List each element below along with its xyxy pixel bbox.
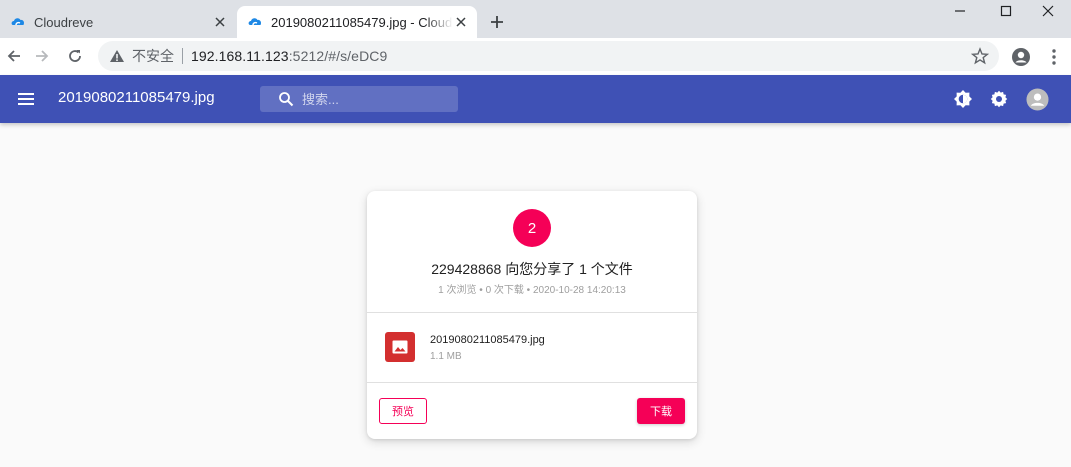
download-button[interactable]: 下载 xyxy=(637,398,685,424)
card-divider xyxy=(367,382,697,383)
reload-icon[interactable] xyxy=(61,42,89,70)
window-minimize-icon[interactable] xyxy=(937,0,983,22)
security-label[interactable]: 不安全 xyxy=(132,46,174,66)
preview-button[interactable]: 预览 xyxy=(379,398,427,424)
bookmark-star-icon[interactable] xyxy=(971,47,989,65)
url-text[interactable]: 192.168.11.123:5212/#/s/eDC9 xyxy=(191,48,387,64)
browser-tab-active[interactable]: 2019080211085479.jpg - Cloudreve xyxy=(237,6,477,38)
url-path: :5212/#/s/eDC9 xyxy=(288,48,388,64)
app-title: 2019080211085479.jpg xyxy=(58,89,215,106)
browser-menu-dots-icon[interactable] xyxy=(1043,46,1065,68)
theme-toggle-icon[interactable] xyxy=(952,88,974,110)
not-secure-warning-icon[interactable] xyxy=(109,48,125,64)
tab-close-icon[interactable] xyxy=(212,14,228,30)
cloudreve-favicon-icon xyxy=(11,18,25,26)
url-host: 192.168.11.123 xyxy=(191,48,289,64)
hamburger-menu-icon[interactable] xyxy=(14,87,38,111)
window-close-icon[interactable] xyxy=(1025,0,1071,22)
share-headline: 229428868 向您分享了 1 个文件 xyxy=(431,261,633,277)
browser-tab-cloudreve[interactable]: Cloudreve xyxy=(0,6,236,38)
forward-arrow-icon[interactable] xyxy=(28,42,56,70)
app-bar: 2019080211085479.jpg xyxy=(0,75,1071,123)
tab-title: 2019080211085479.jpg - Cloudreve xyxy=(271,14,453,30)
search-input[interactable] xyxy=(302,91,442,107)
address-separator xyxy=(182,48,183,64)
tab-close-icon[interactable] xyxy=(453,14,469,30)
search-icon xyxy=(279,92,294,107)
file-size: 1.1 MB xyxy=(430,351,462,362)
profile-account-icon[interactable] xyxy=(1010,46,1032,68)
share-card: 2 229428868 向您分享了 1 个文件 1 次浏览 • 0 次下载 • … xyxy=(367,191,697,439)
address-bar[interactable]: 不安全 192.168.11.123:5212/#/s/eDC9 xyxy=(98,41,999,71)
browser-tab-strip: Cloudreve 2019080211085479.jpg - Cloudre… xyxy=(0,0,1071,38)
tab-title: Cloudreve xyxy=(34,14,94,30)
card-divider xyxy=(367,312,697,313)
file-name[interactable]: 2019080211085479.jpg xyxy=(430,334,545,346)
user-avatar-icon[interactable] xyxy=(1025,87,1049,111)
image-icon xyxy=(385,332,415,362)
sharer-avatar: 2 xyxy=(513,209,551,247)
cloudreve-favicon-icon xyxy=(248,18,262,26)
search-box[interactable] xyxy=(260,86,458,112)
settings-gear-icon[interactable] xyxy=(988,88,1010,110)
window-maximize-icon[interactable] xyxy=(983,0,1029,22)
share-meta: 1 次浏览 • 0 次下载 • 2020-10-28 14:20:13 xyxy=(438,285,626,296)
back-arrow-icon[interactable] xyxy=(0,42,28,70)
new-tab-plus-icon[interactable] xyxy=(486,11,508,33)
browser-toolbar: 不安全 192.168.11.123:5212/#/s/eDC9 xyxy=(0,38,1071,75)
